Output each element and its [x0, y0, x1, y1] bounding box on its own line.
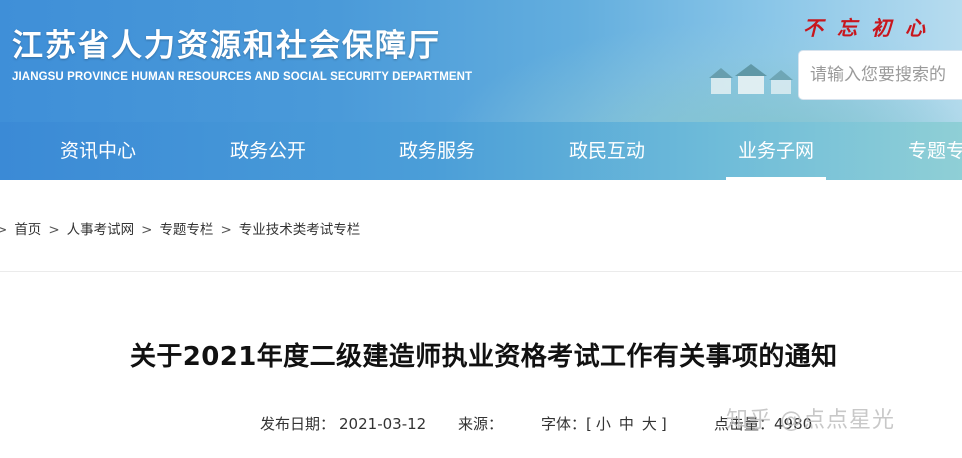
- font-size-close: ]: [660, 415, 667, 433]
- breadcrumb-separator: >: [0, 222, 8, 238]
- breadcrumb-special-column[interactable]: 专题专栏: [159, 222, 213, 238]
- site-title: 江苏省人力资源和社会保障厅: [12, 28, 441, 64]
- nav-item-business-subnet[interactable]: 业务子网: [725, 122, 827, 180]
- site-subtitle: JIANGSU PROVINCE HUMAN RESOURCES AND SOC…: [12, 71, 473, 83]
- nav-item-interaction[interactable]: 政民互动: [569, 122, 645, 180]
- main-nav: 资讯中心 政务公开 政务服务 政民互动 业务子网 专题专: [0, 122, 962, 180]
- breadcrumb-separator: >: [220, 222, 232, 238]
- slogan: 不忘初心: [803, 16, 939, 40]
- font-size-control: 字体：[小中大]: [541, 413, 667, 435]
- breadcrumb: > 首页 > 人事考试网 > 专题专栏 > 专业技术类考试专栏: [0, 220, 360, 240]
- breadcrumb-separator: >: [48, 222, 60, 238]
- watermark: 知乎 @点点星光: [726, 408, 895, 433]
- breadcrumb-home[interactable]: 首页: [14, 222, 41, 238]
- search-input[interactable]: [798, 50, 962, 100]
- nav-item-special-topics[interactable]: 专题专: [908, 122, 962, 180]
- nav-item-gov-affairs-public[interactable]: 政务公开: [230, 122, 306, 180]
- nav-item-news[interactable]: 资讯中心: [60, 122, 136, 180]
- nav-item-gov-services[interactable]: 政务服务: [399, 122, 475, 180]
- font-size-label: 字体：[: [541, 415, 592, 433]
- source: 来源：: [458, 413, 503, 435]
- source-label: 来源：: [458, 415, 504, 433]
- breadcrumb-separator: >: [141, 222, 153, 238]
- font-medium-button[interactable]: 中: [619, 415, 634, 433]
- font-large-button[interactable]: 大: [642, 415, 657, 433]
- village-houses-icon: [709, 64, 793, 94]
- publish-date: 发布日期： 2021-03-12: [260, 413, 426, 435]
- publish-date-value: 2021-03-12: [339, 415, 427, 433]
- article-title: 关于2021年度二级建造师执业资格考试工作有关事项的通知: [130, 342, 838, 372]
- divider: [0, 271, 962, 272]
- breadcrumb-exam-site[interactable]: 人事考试网: [67, 222, 135, 238]
- header-banner: 江苏省人力资源和社会保障厅 JIANGSU PROVINCE HUMAN RES…: [0, 0, 962, 122]
- breadcrumb-professional-exam-column[interactable]: 专业技术类考试专栏: [239, 222, 361, 238]
- publish-date-label: 发布日期：: [260, 415, 336, 433]
- font-small-button[interactable]: 小: [596, 415, 611, 433]
